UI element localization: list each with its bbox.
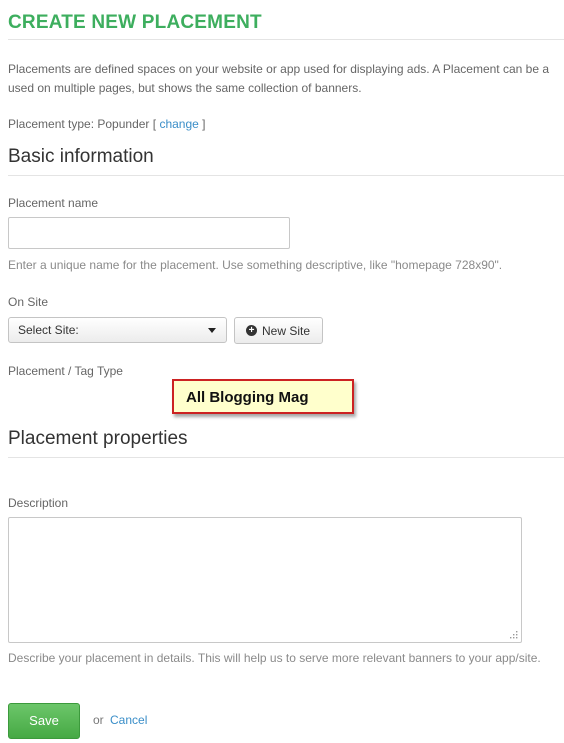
caret-down-icon [208, 328, 216, 333]
placement-name-input[interactable] [8, 217, 290, 249]
intro-line-2: used on multiple pages, but shows the sa… [8, 81, 362, 95]
new-site-button[interactable]: + New Site [234, 317, 323, 344]
placement-type-label: Placement type: Popunder [ [8, 117, 160, 131]
cancel-link[interactable]: Cancel [110, 713, 147, 727]
description-label: Description [8, 496, 69, 510]
description-textarea[interactable] [8, 517, 522, 643]
intro-line-1: Placements are defined spaces on your we… [8, 62, 549, 76]
placement-name-hint: Enter a unique name for the placement. U… [8, 258, 503, 272]
placement-type: Placement type: Popunder [ change ] [8, 117, 205, 131]
tag-type-label: Placement / Tag Type [8, 364, 123, 378]
on-site-label: On Site [8, 295, 49, 309]
intro-text: Placements are defined spaces on your we… [8, 60, 564, 98]
site-name-callout: All Blogging Mag [172, 379, 354, 414]
properties-divider [8, 457, 564, 458]
description-hint: Describe your placement in details. This… [8, 651, 541, 665]
site-select[interactable]: Select Site: [8, 317, 227, 343]
page-title: CREATE NEW PLACEMENT [8, 12, 262, 33]
basic-info-heading: Basic information [8, 146, 154, 167]
save-button[interactable]: Save [8, 703, 80, 739]
site-select-value: Select Site: [18, 323, 79, 337]
basic-info-divider [8, 175, 564, 176]
title-divider [8, 39, 564, 40]
plus-circle-icon: + [246, 325, 257, 336]
properties-heading: Placement properties [8, 428, 188, 449]
placement-name-label: Placement name [8, 196, 99, 210]
placement-type-suffix: ] [198, 117, 206, 131]
resize-grip-icon[interactable] [508, 629, 518, 639]
change-type-link[interactable]: change [159, 117, 198, 131]
new-site-label: New Site [262, 324, 311, 338]
or-text: or [93, 713, 104, 727]
callout-text: All Blogging Mag [186, 389, 309, 406]
